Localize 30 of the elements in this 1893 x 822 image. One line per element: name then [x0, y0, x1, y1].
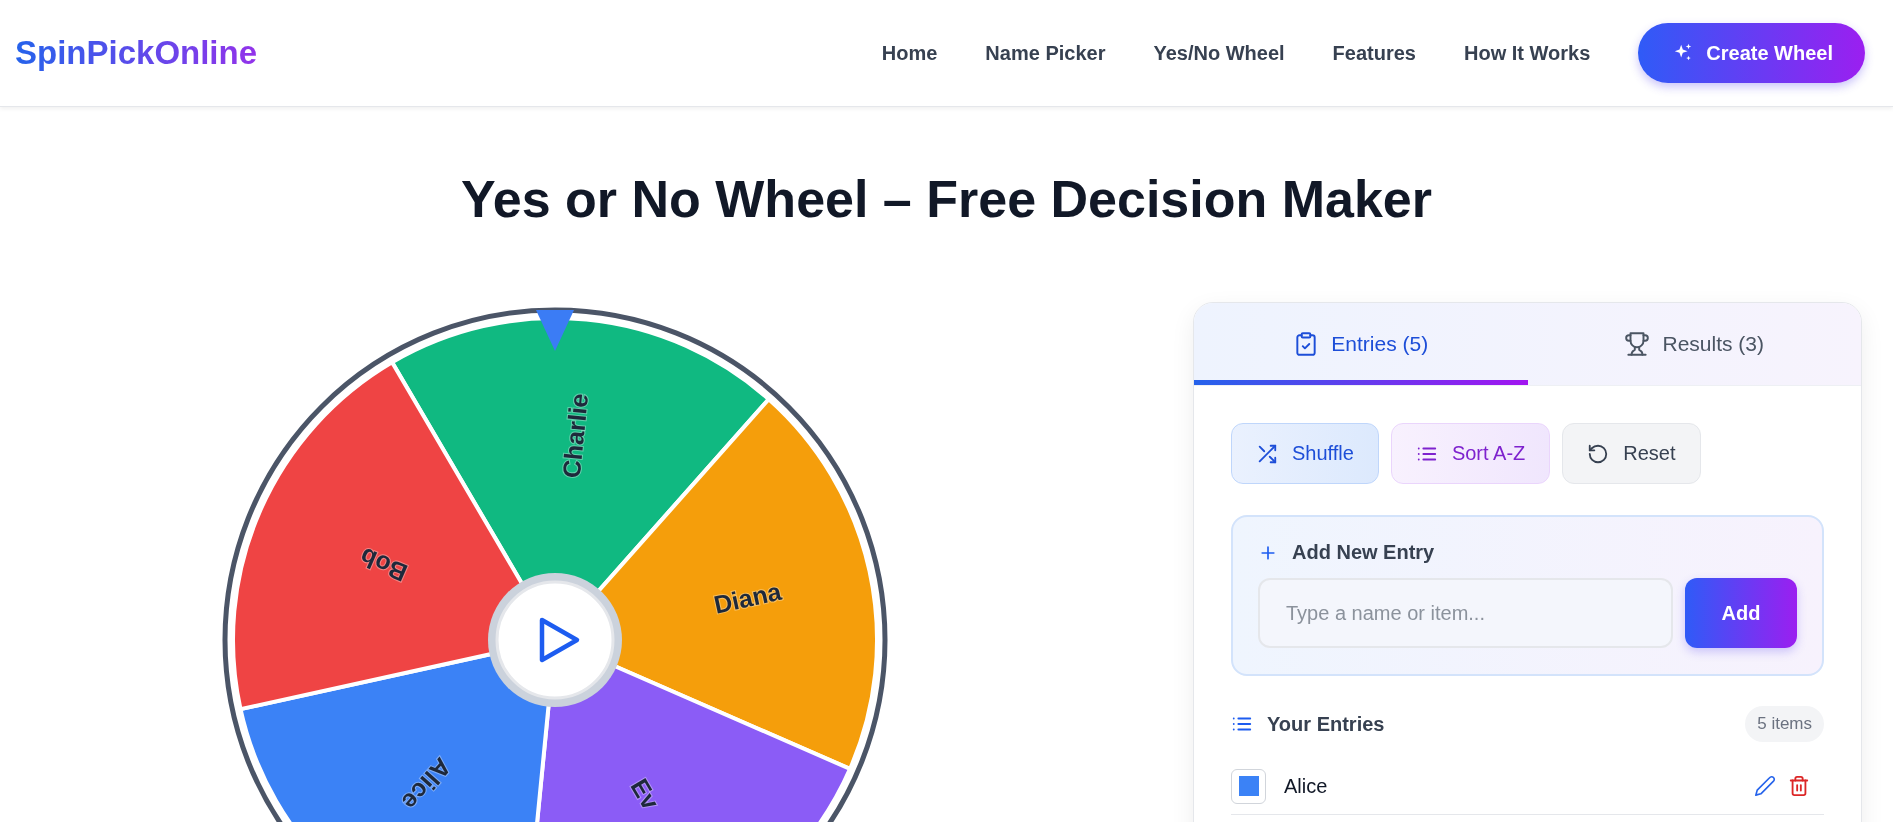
pointer-icon: [536, 310, 574, 351]
nav-link[interactable]: How It Works: [1463, 41, 1591, 65]
action-button[interactable]: Sort A-Z: [1390, 423, 1551, 484]
nav-link[interactable]: Features: [1332, 41, 1416, 65]
create-wheel-button[interactable]: Create Wheel: [1638, 23, 1865, 83]
segment-label: Ev: [625, 773, 666, 815]
undo-icon: [1587, 442, 1610, 465]
segment-label: Charlie: [556, 392, 594, 480]
segment-label: Bob: [355, 542, 412, 588]
pencil-icon[interactable]: [1754, 775, 1776, 797]
shuffle-icon: [1256, 442, 1278, 465]
entry-input-field[interactable]: Type a name or item...: [1258, 578, 1673, 648]
color-swatch[interactable]: [1231, 768, 1266, 804]
trophy-icon: [1624, 331, 1651, 357]
nav-link[interactable]: Yes/No Wheel: [1153, 41, 1285, 65]
spin-button[interactable]: [488, 573, 622, 707]
add-button[interactable]: Add: [1685, 578, 1797, 648]
delete-icon[interactable]: [1788, 775, 1810, 797]
tab[interactable]: Results (3): [1527, 303, 1861, 385]
tab[interactable]: Entries (5): [1194, 303, 1528, 385]
add-entry-heading: Add New Entry: [1292, 541, 1435, 564]
entries-heading: Your Entries: [1267, 712, 1385, 736]
count-badge: 5 items: [1745, 706, 1824, 742]
entry-name: Alice: [1284, 774, 1329, 798]
action-button[interactable]: Shuffle: [1231, 423, 1379, 484]
action-button[interactable]: Reset: [1562, 423, 1701, 484]
nav-link[interactable]: Name Picker: [985, 41, 1106, 65]
segment-label: Diana: [711, 576, 784, 619]
page-title: Yes or No Wheel – Free Decision Maker: [459, 169, 1433, 229]
nav-link[interactable]: Home: [881, 41, 938, 65]
